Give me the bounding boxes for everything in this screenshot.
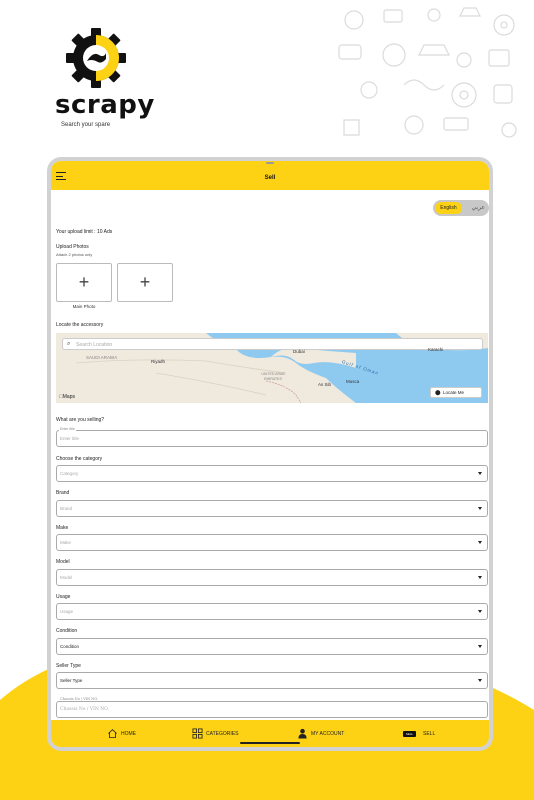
lang-arabic-option[interactable]: عربي bbox=[471, 202, 485, 214]
add-photo-icon: + bbox=[139, 272, 151, 292]
condition-select[interactable]: Condition bbox=[56, 638, 488, 655]
make-placeholder: Make bbox=[60, 540, 72, 545]
app-screen: Sell English عربي Your upload limit : 10… bbox=[51, 161, 489, 747]
brand-select[interactable]: Brand bbox=[56, 500, 488, 517]
title-label: What are you selling? bbox=[56, 417, 105, 423]
map-label: Riyadh bbox=[151, 359, 166, 364]
main-photo-upload[interactable]: + bbox=[56, 263, 112, 302]
locate-me-label: Locate Me bbox=[443, 390, 465, 395]
usage-select[interactable]: Usage bbox=[56, 603, 488, 620]
model-select[interactable]: Model bbox=[56, 569, 488, 586]
nav-categories-label: CATEGORIES bbox=[206, 731, 239, 737]
model-label: Model bbox=[56, 559, 70, 565]
category-select[interactable]: Category bbox=[56, 465, 488, 482]
map-label: Musca bbox=[346, 379, 360, 384]
location-pin-icon: ⬤ bbox=[435, 390, 441, 396]
user-icon bbox=[298, 728, 307, 739]
maps-brand-logo: Maps bbox=[59, 394, 75, 400]
map-label: SAUDI ARABIA bbox=[86, 355, 118, 360]
chevron-down-icon bbox=[478, 610, 482, 613]
nav-sell-label: SELL bbox=[423, 731, 436, 737]
map-label: Karachi bbox=[428, 347, 444, 352]
chevron-down-icon bbox=[478, 645, 482, 648]
map-label: As Sib bbox=[318, 382, 332, 387]
chassis-input[interactable]: Chassis No / VIN NO. bbox=[56, 701, 488, 718]
title-input[interactable]: Enter title bbox=[56, 430, 488, 447]
nav-home-label: HOME bbox=[121, 731, 136, 737]
scrapy-logo: scrapy Search your spare bbox=[55, 28, 154, 128]
locate-me-button[interactable]: ⬤ Locate Me bbox=[430, 387, 482, 398]
chevron-down-icon bbox=[478, 576, 482, 579]
search-icon: ⌕ bbox=[67, 341, 71, 347]
language-toggle[interactable]: English عربي bbox=[433, 200, 489, 216]
brand-placeholder: Brand bbox=[60, 506, 73, 511]
upload-limit-text: Your upload limit : 10 Ads bbox=[56, 229, 113, 235]
sell-icon: SELL bbox=[403, 731, 416, 737]
usage-placeholder: Usage bbox=[60, 609, 74, 614]
make-label: Make bbox=[56, 525, 69, 531]
bottom-nav: HOME CATEGORIES MY ACCOUNT SELL SELL bbox=[51, 720, 489, 747]
chevron-down-icon bbox=[478, 507, 482, 510]
map-label: UNITED ARAB EMIRATES bbox=[261, 372, 285, 381]
home-icon bbox=[108, 729, 117, 739]
chevron-down-icon bbox=[478, 472, 482, 475]
title-placeholder: Enter title bbox=[60, 436, 80, 441]
category-placeholder: Category bbox=[60, 471, 79, 476]
map-search-placeholder: Search Location bbox=[76, 342, 113, 348]
lang-english-option[interactable]: English bbox=[435, 202, 462, 214]
locate-label: Locate the accessory bbox=[56, 322, 104, 328]
grid-icon bbox=[192, 728, 203, 739]
condition-value: Condition bbox=[60, 644, 80, 649]
condition-label: Condition bbox=[56, 628, 78, 634]
usage-label: Usage bbox=[56, 594, 71, 600]
camera-dot bbox=[266, 162, 274, 164]
chassis-placeholder: Chassis No / VIN NO. bbox=[60, 707, 110, 712]
tablet-frame: Sell English عربي Your upload limit : 10… bbox=[47, 157, 493, 751]
map-label: Dubai bbox=[293, 349, 305, 354]
map-search-input[interactable]: ⌕ Search Location bbox=[62, 338, 483, 350]
chevron-down-icon bbox=[478, 679, 482, 682]
seller-type-select[interactable]: Seller Type bbox=[56, 672, 488, 689]
page-title: Sell bbox=[264, 175, 276, 181]
gear-logo-icon bbox=[66, 28, 126, 88]
sell-form: English عربي Your upload limit : 10 Ads … bbox=[51, 190, 489, 720]
chevron-down-icon bbox=[478, 541, 482, 544]
nav-my-account-label: MY ACCOUNT bbox=[311, 731, 345, 737]
upload-photos-hint: Attach 2 photos only bbox=[56, 252, 93, 257]
home-indicator bbox=[240, 742, 300, 744]
category-label: Choose the category bbox=[56, 456, 103, 462]
main-photo-caption: Main Photo bbox=[72, 304, 96, 309]
add-photo-icon: + bbox=[78, 272, 90, 292]
second-photo-upload[interactable]: + bbox=[117, 263, 173, 302]
doodle-pattern bbox=[338, 7, 517, 138]
model-placeholder: Model bbox=[60, 575, 73, 580]
brand-tagline: Search your spare bbox=[61, 122, 111, 128]
make-select[interactable]: Make bbox=[56, 534, 488, 551]
chassis-float-label: Chassis No / VIN NO. bbox=[59, 697, 100, 701]
brand-wordmark: scrapy bbox=[55, 90, 155, 120]
promo-page: scrapy Search your spare Sell English عر… bbox=[0, 0, 534, 800]
location-map[interactable]: ⌕ Search Location SAUDI ARABIA Riyadh Du… bbox=[56, 333, 488, 403]
app-bar: Sell bbox=[51, 161, 489, 190]
seller-type-value: Seller Type bbox=[60, 678, 83, 683]
seller-type-label: Seller Type bbox=[56, 663, 81, 669]
brand-label: Brand bbox=[56, 490, 70, 496]
upload-photos-label: Upload Photos bbox=[56, 244, 89, 250]
title-float-label: Enter title bbox=[59, 427, 76, 431]
